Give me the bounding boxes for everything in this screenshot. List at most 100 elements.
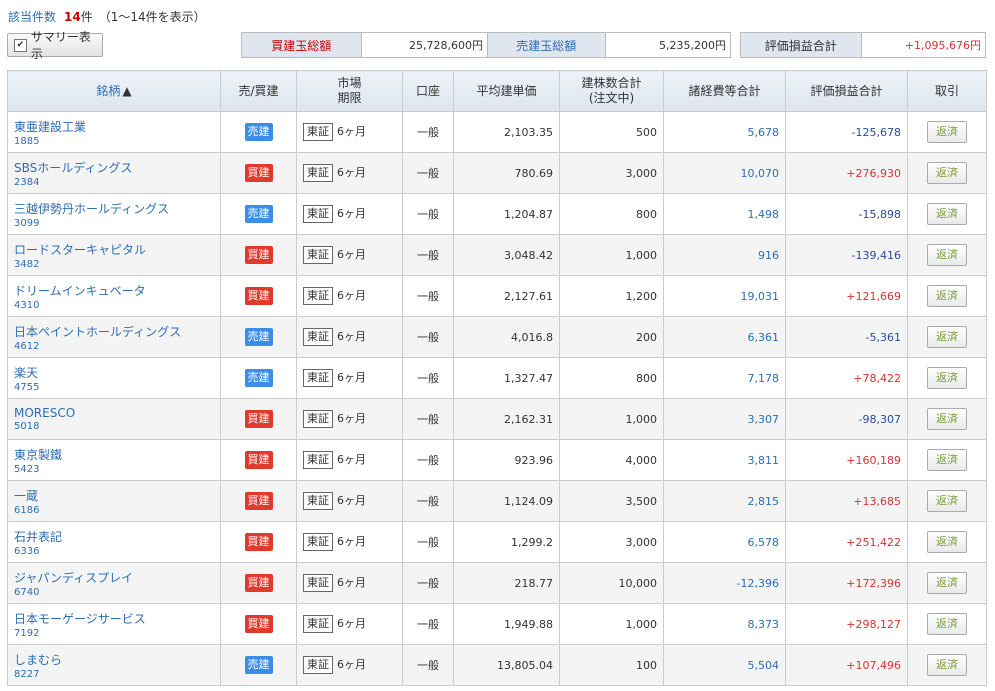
side-cell: 買建 [220, 521, 297, 563]
pl-cell: +251,422 [785, 521, 908, 563]
close-position-button[interactable]: 返済 [927, 121, 967, 143]
market-cell: 東証 6ヶ月 [296, 644, 403, 686]
side-badge: 買建 [244, 492, 273, 510]
stock-name-link[interactable]: ジャパンディスプレイ [14, 569, 214, 586]
stock-name-link[interactable]: 東亜建設工業 [14, 118, 214, 135]
trade-cell: 返済 [907, 603, 987, 645]
column-header-avg-price: 平均建単価 [453, 70, 560, 112]
fees-cell: 6,578 [663, 521, 786, 563]
market-badge: 東証 [303, 410, 333, 428]
stock-code: 3099 [14, 217, 40, 229]
side-badge: 買建 [244, 410, 273, 428]
stock-cell: しまむら 8227 [7, 644, 221, 686]
fees-cell: 1,498 [663, 193, 786, 235]
market-badge: 東証 [303, 287, 333, 305]
stock-name-link[interactable]: ドリームインキュベータ [14, 282, 214, 299]
quantity-cell: 1,000 [559, 603, 664, 645]
stock-name-link[interactable]: 一蔵 [14, 487, 214, 504]
term-text: 6ヶ月 [337, 371, 366, 384]
market-cell: 東証 6ヶ月 [296, 603, 403, 645]
result-count-unit: 件 [80, 10, 93, 24]
market-badge: 東証 [303, 164, 333, 182]
term-text: 6ヶ月 [337, 125, 366, 138]
close-position-button[interactable]: 返済 [927, 531, 967, 553]
table-header-row: 銘柄 ▲ 売/買建 市場 期限 口座 平均建単価 建株数合計 (注文中) 諸経費等合計… [7, 70, 987, 112]
stock-name-link[interactable]: SBSホールディングス [14, 159, 214, 176]
quantity-cell: 200 [559, 316, 664, 358]
close-position-button[interactable]: 返済 [927, 285, 967, 307]
close-position-button[interactable]: 返済 [927, 162, 967, 184]
buy-total-value: 25,728,600円 [361, 33, 487, 57]
close-position-button[interactable]: 返済 [927, 408, 967, 430]
stock-name-link[interactable]: 日本モーゲージサービス [14, 610, 214, 627]
table-row: ロードスターキャピタル 3482 買建 東証 6ヶ月 一般 3,048.42 1,000 916… [7, 234, 987, 276]
close-position-button[interactable]: 返済 [927, 244, 967, 266]
term-text: 6ヶ月 [337, 658, 366, 671]
stock-name-link[interactable]: しまむら [14, 651, 214, 668]
quantity-cell: 1,000 [559, 398, 664, 440]
close-position-button[interactable]: 返済 [927, 203, 967, 225]
quantity-cell: 10,000 [559, 562, 664, 604]
quantity-cell: 4,000 [559, 439, 664, 481]
pl-cell: +276,930 [785, 152, 908, 194]
stock-name-link[interactable]: 楽天 [14, 364, 214, 381]
pl-cell: +13,685 [785, 480, 908, 522]
stock-code: 3482 [14, 258, 40, 270]
stock-code: 8227 [14, 668, 40, 680]
pl-cell: -5,361 [785, 316, 908, 358]
close-position-button[interactable]: 返済 [927, 326, 967, 348]
account-cell: 一般 [402, 275, 454, 317]
pl-cell: +172,396 [785, 562, 908, 604]
close-position-button[interactable]: 返済 [927, 572, 967, 594]
quantity-cell: 1,000 [559, 234, 664, 276]
stock-code: 6336 [14, 545, 40, 557]
stock-cell: MORESCO 5018 [7, 398, 221, 440]
table-row: 楽天 4755 売建 東証 6ヶ月 一般 1,327.47 800 7,178 +78,422 返済 [7, 357, 987, 399]
stock-name-link[interactable]: 石井表記 [14, 528, 214, 545]
table-row: 東京製鐵 5423 買建 東証 6ヶ月 一般 923.96 4,000 3,811 +160,18… [7, 439, 987, 481]
close-position-button[interactable]: 返済 [927, 613, 967, 635]
account-cell: 一般 [402, 152, 454, 194]
checkbox-checked-icon[interactable]: ✔ [14, 38, 27, 52]
trade-cell: 返済 [907, 275, 987, 317]
avg-price-cell: 13,805.04 [453, 644, 560, 686]
close-position-button[interactable]: 返済 [927, 449, 967, 471]
account-cell: 一般 [402, 562, 454, 604]
trade-cell: 返済 [907, 439, 987, 481]
close-position-button[interactable]: 返済 [927, 367, 967, 389]
side-cell: 売建 [220, 644, 297, 686]
stock-name-link[interactable]: 日本ペイントホールディングス [14, 323, 214, 340]
stock-name-link[interactable]: 三越伊勢丹ホールディングス [14, 200, 214, 217]
account-cell: 一般 [402, 603, 454, 645]
close-position-button[interactable]: 返済 [927, 490, 967, 512]
side-cell: 買建 [220, 439, 297, 481]
close-position-button[interactable]: 返済 [927, 654, 967, 676]
pl-cell: +107,496 [785, 644, 908, 686]
stock-name-link[interactable]: ロードスターキャピタル [14, 241, 214, 258]
summary-toggle-button[interactable]: ✔ サマリー表示 [7, 30, 103, 61]
market-cell: 東証 6ヶ月 [296, 439, 403, 481]
side-badge: 売建 [244, 205, 273, 223]
pl-cell: +298,127 [785, 603, 908, 645]
column-header-fees: 諸経費等合計 [663, 70, 786, 112]
side-badge: 買建 [244, 574, 273, 592]
result-count-label: 該当件数 [8, 10, 57, 24]
sort-ascending-icon[interactable]: ▲ [122, 84, 131, 98]
stock-cell: 東京製鐵 5423 [7, 439, 221, 481]
column-header-name[interactable]: 銘柄 ▲ [7, 70, 221, 112]
quantity-cell: 800 [559, 193, 664, 235]
trade-cell: 返済 [907, 193, 987, 235]
market-badge: 東証 [303, 369, 333, 387]
stock-name-link[interactable]: MORESCO [14, 406, 214, 420]
market-badge: 東証 [303, 123, 333, 141]
account-cell: 一般 [402, 111, 454, 153]
side-cell: 買建 [220, 275, 297, 317]
term-text: 6ヶ月 [337, 207, 366, 220]
avg-price-cell: 923.96 [453, 439, 560, 481]
trade-cell: 返済 [907, 316, 987, 358]
quantity-cell: 3,000 [559, 152, 664, 194]
stock-name-link[interactable]: 東京製鐵 [14, 446, 214, 463]
pl-total-label: 評価損益合計 [741, 33, 862, 57]
avg-price-cell: 1,204.87 [453, 193, 560, 235]
stock-code: 6186 [14, 504, 40, 516]
